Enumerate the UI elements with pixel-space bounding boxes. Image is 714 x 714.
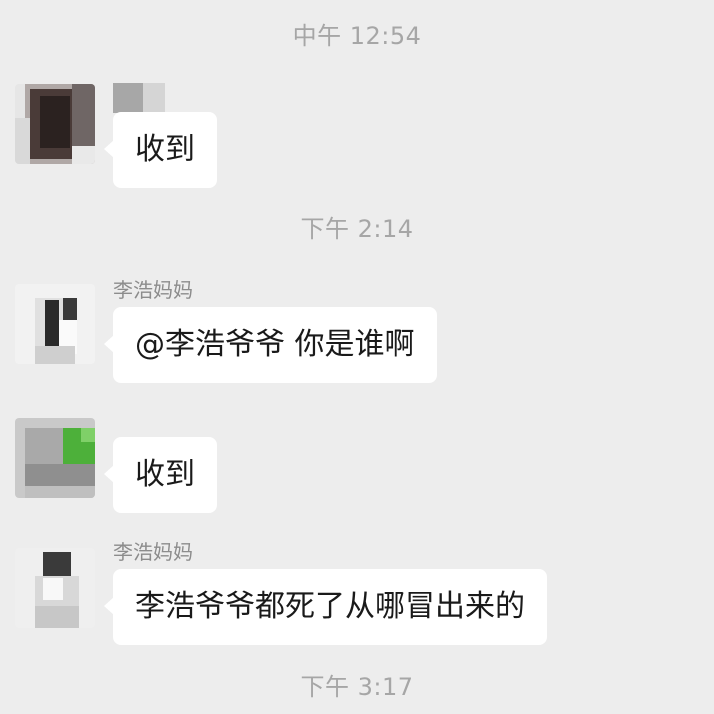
message-bubble[interactable]: @李浩爷爷 你是谁啊 xyxy=(104,307,437,383)
sender-name: 李浩妈妈 xyxy=(113,540,193,564)
sender-name-redacted xyxy=(113,83,173,113)
message-bubble[interactable]: 收到 xyxy=(104,437,217,513)
message-bubble[interactable]: 李浩爷爷都死了从哪冒出来的 xyxy=(104,569,547,645)
sender-name: 李浩妈妈 xyxy=(113,278,193,302)
avatar[interactable] xyxy=(15,418,95,498)
avatar[interactable] xyxy=(15,84,95,164)
timestamp: 中午 12:54 xyxy=(292,22,422,50)
avatar[interactable] xyxy=(15,548,95,628)
avatar[interactable] xyxy=(15,284,95,364)
message-bubble[interactable]: 收到 xyxy=(104,112,217,188)
chat-window: 中午 12:54 收到 下午 2:14 李浩妈妈 @李浩爷爷 你是谁啊 收到 李… xyxy=(0,0,714,714)
timestamp: 下午 2:14 xyxy=(300,215,414,243)
timestamp: 下午 3:17 xyxy=(300,673,414,701)
